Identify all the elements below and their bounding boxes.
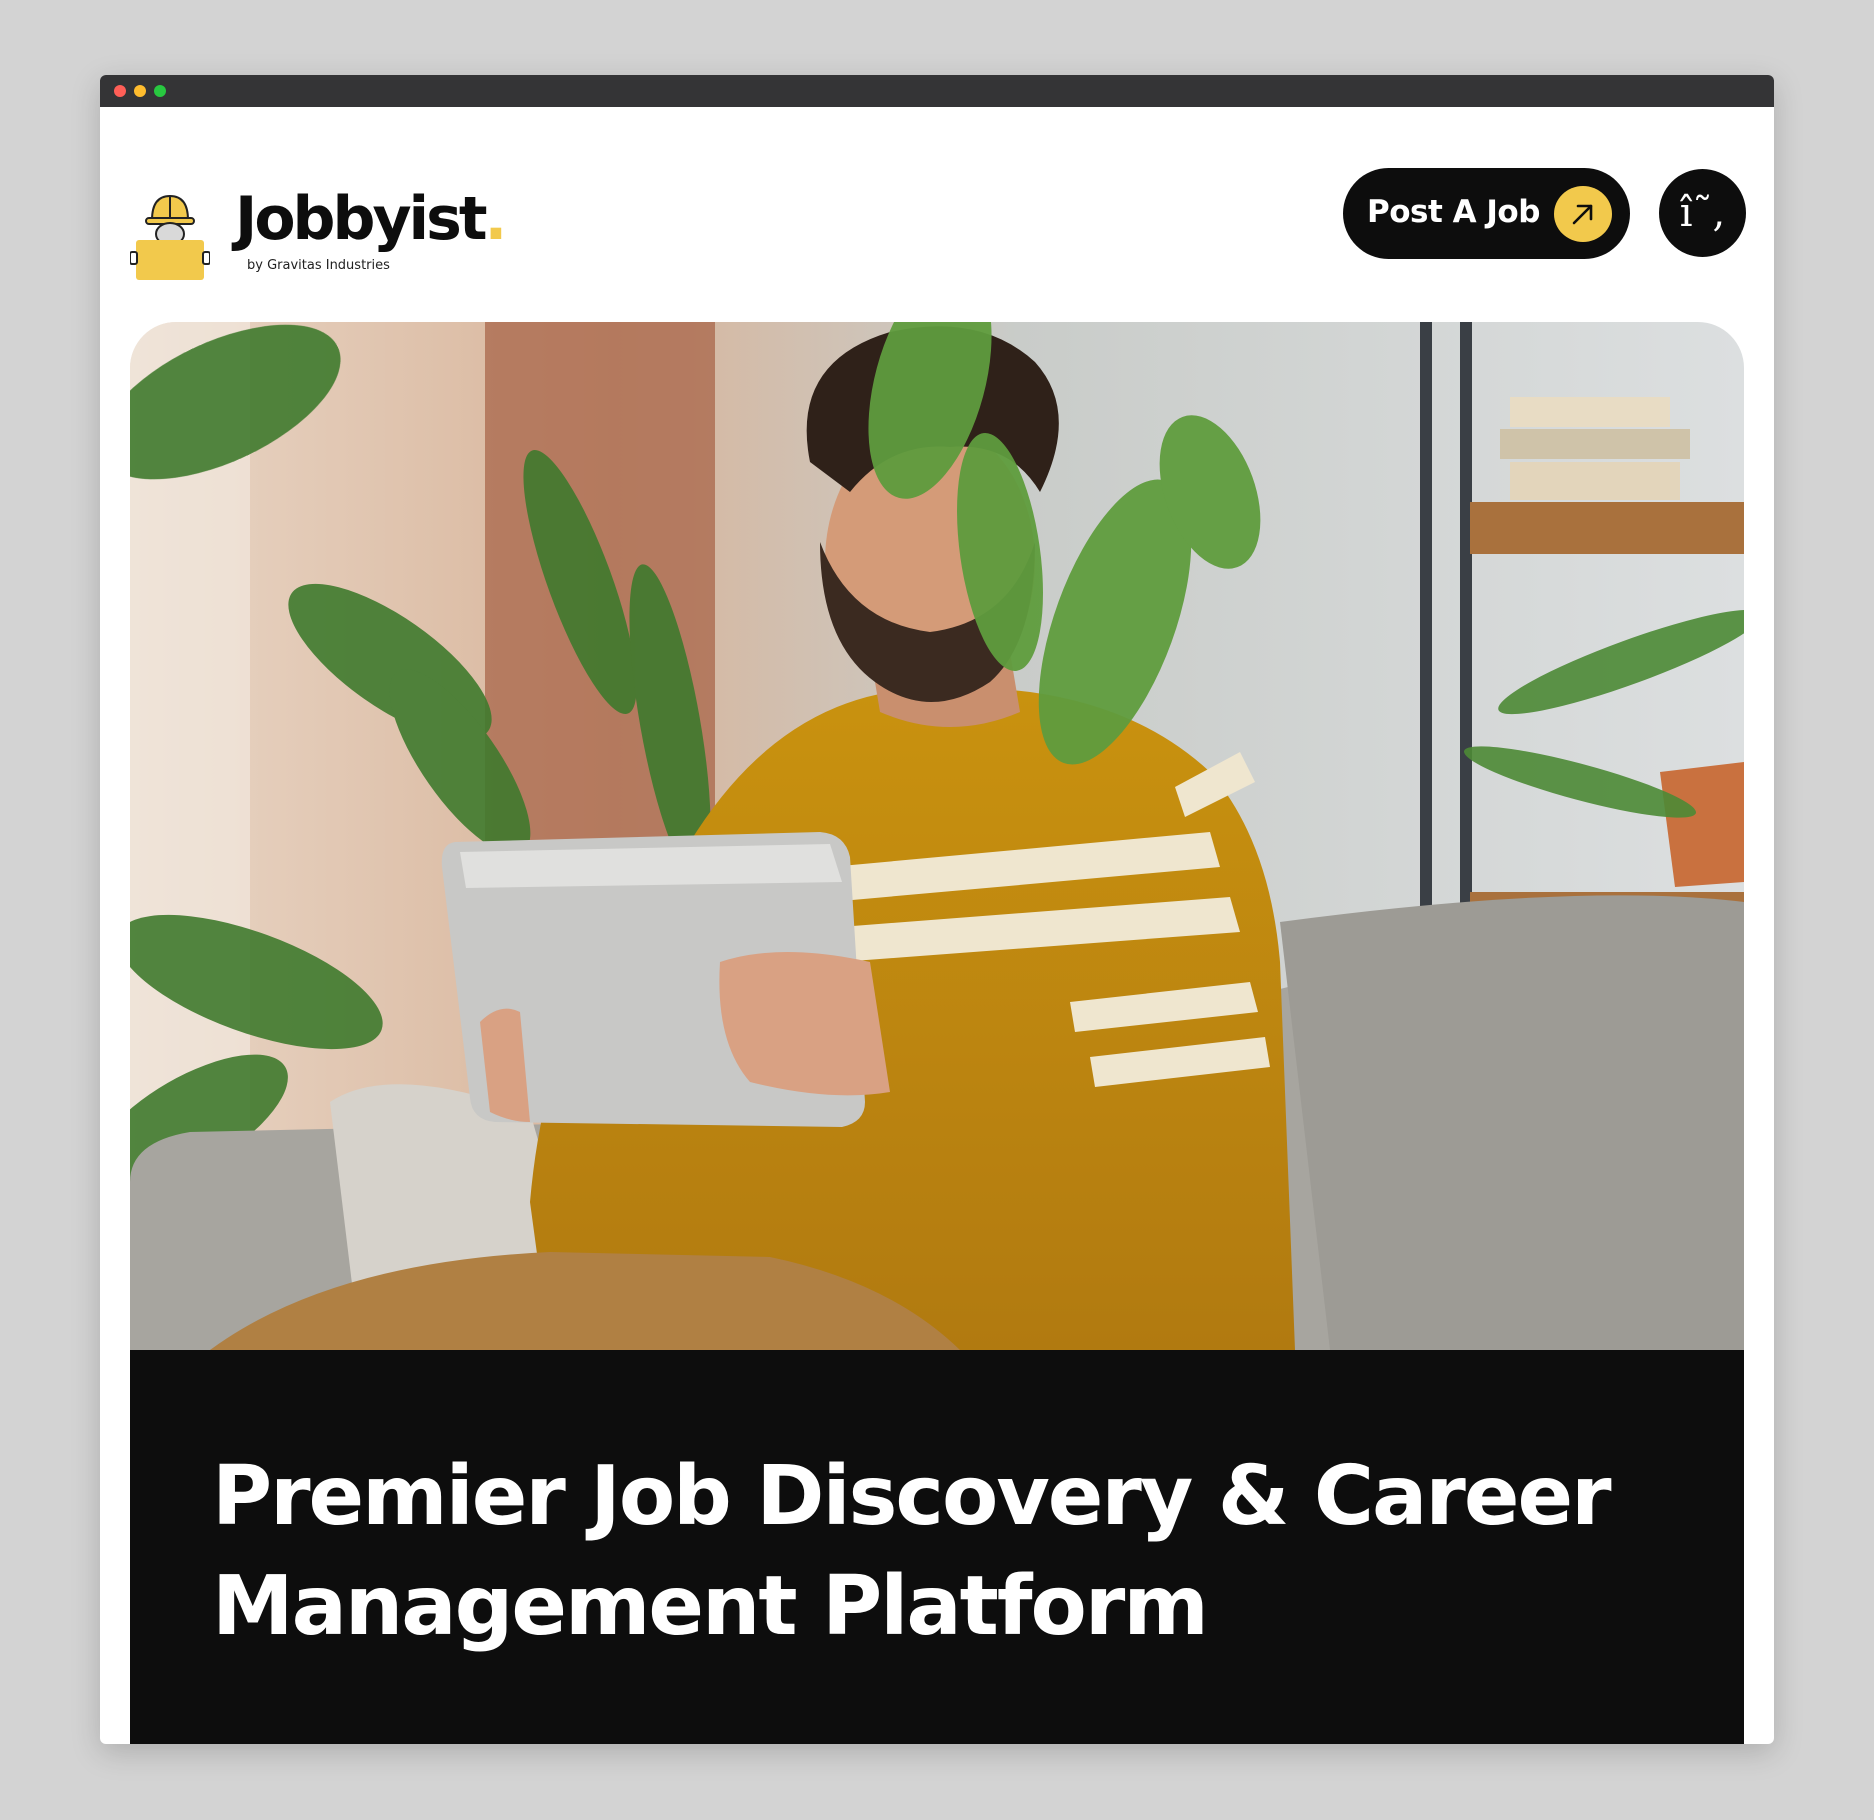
menu-button[interactable]: î˜,: [1659, 169, 1746, 257]
hero-photo: [130, 322, 1744, 1350]
arrow-up-right-icon: [1554, 186, 1612, 242]
brand-dot: .: [484, 184, 508, 254]
close-window-button[interactable]: [114, 85, 126, 97]
menu-icon: î˜,: [1679, 190, 1726, 236]
brand-subtitle: by Gravitas Industries: [247, 258, 390, 273]
hero-title-band: Premier Job Discovery & Career Managemen…: [130, 1350, 1744, 1744]
hero-title: Premier Job Discovery & Career Managemen…: [212, 1449, 1612, 1654]
maximize-window-button[interactable]: [154, 85, 166, 97]
post-a-job-button[interactable]: Post A Job: [1343, 168, 1630, 259]
window-titlebar: [100, 75, 1774, 107]
minimize-window-button[interactable]: [134, 85, 146, 97]
brand-name: Jobbyist.: [235, 184, 508, 254]
browser-window: Jobbyist. by Gravitas Industries Post A …: [100, 75, 1774, 1744]
hero-section: Premier Job Discovery & Career Managemen…: [130, 322, 1744, 1744]
worker-mascot-logo-icon: [130, 194, 210, 280]
post-a-job-label: Post A Job: [1367, 194, 1540, 230]
